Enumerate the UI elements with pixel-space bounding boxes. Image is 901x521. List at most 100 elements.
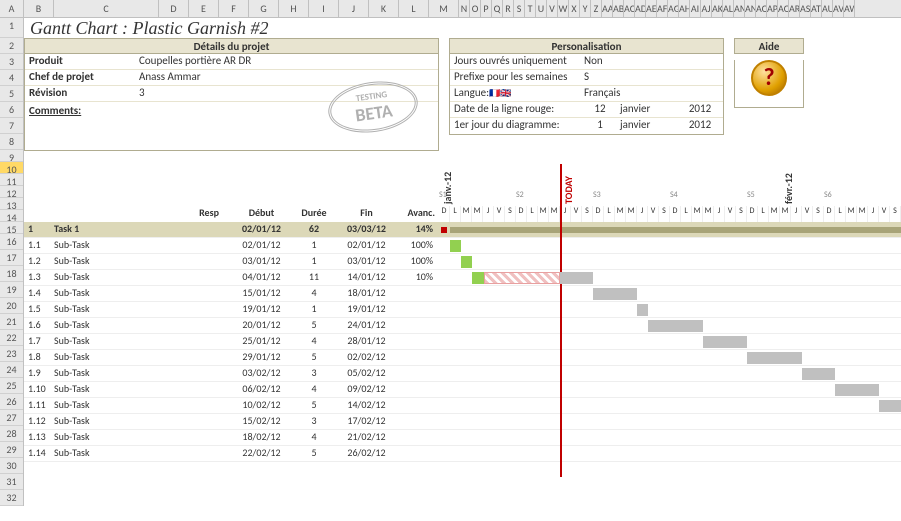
workdays-value[interactable]: Non — [580, 54, 723, 69]
row-header-9[interactable]: 9 — [0, 150, 23, 162]
col-header-AA[interactable]: AA — [602, 0, 613, 17]
task-row[interactable]: 1.7Sub-Task25/01/12428/01/12 — [24, 334, 901, 350]
task-duree[interactable]: 3 — [289, 366, 339, 381]
col-header-C[interactable]: C — [54, 0, 159, 17]
task-debut[interactable]: 15/02/12 — [234, 414, 289, 429]
task-row[interactable]: 1.9Sub-Task03/02/12305/02/12 — [24, 366, 901, 382]
row-header-26[interactable]: 26 — [0, 394, 23, 410]
col-header-G[interactable]: G — [249, 0, 279, 17]
row-header-21[interactable]: 21 — [0, 314, 23, 330]
row-header-27[interactable]: 27 — [0, 410, 23, 426]
col-header-AT[interactable]: AT — [811, 0, 822, 17]
col-header-AM[interactable]: AM — [734, 0, 745, 17]
task-avanc[interactable] — [394, 366, 439, 381]
row-header-16[interactable]: 16 — [0, 234, 23, 250]
task-avanc[interactable]: 14% — [394, 222, 439, 237]
col-header-AI[interactable]: AI — [690, 0, 701, 17]
row-header-4[interactable]: 4 — [0, 70, 23, 86]
row-header-20[interactable]: 20 — [0, 298, 23, 314]
task-row[interactable]: 1.8Sub-Task29/01/12502/02/12 — [24, 350, 901, 366]
col-header-R[interactable]: R — [503, 0, 514, 17]
task-row[interactable]: 1.1Sub-Task02/01/12102/01/12100% — [24, 238, 901, 254]
col-header-AN[interactable]: AN — [745, 0, 756, 17]
task-avanc[interactable] — [394, 414, 439, 429]
col-header-AK[interactable]: AK — [712, 0, 723, 17]
task-row[interactable]: 1.4Sub-Task15/01/12418/01/12 — [24, 286, 901, 302]
row-header-10[interactable]: 10 — [0, 162, 23, 174]
comments-cell[interactable]: Comments: TESTING BETA — [25, 102, 438, 150]
redline-month[interactable]: janvier — [620, 102, 680, 117]
col-header-AC[interactable]: AC — [624, 0, 635, 17]
task-row[interactable]: 1.5Sub-Task19/01/12119/01/12 — [24, 302, 901, 318]
col-header-S[interactable]: S — [514, 0, 525, 17]
task-duree[interactable]: 5 — [289, 350, 339, 365]
task-debut[interactable]: 02/01/12 — [234, 222, 289, 237]
task-avanc[interactable] — [394, 398, 439, 413]
task-duree[interactable]: 1 — [289, 302, 339, 317]
col-header-AS[interactable]: AS — [800, 0, 811, 17]
col-header-AO[interactable]: AO — [756, 0, 767, 17]
col-header-U[interactable]: U — [536, 0, 547, 17]
row-header-13[interactable]: 13 — [0, 198, 23, 210]
row-header-30[interactable]: 30 — [0, 458, 23, 474]
task-duree[interactable]: 4 — [289, 382, 339, 397]
row-header-8[interactable]: 8 — [0, 134, 23, 150]
task-debut[interactable]: 20/01/12 — [234, 318, 289, 333]
row-header-22[interactable]: 22 — [0, 330, 23, 346]
task-duree[interactable]: 4 — [289, 286, 339, 301]
task-row[interactable]: 1.14Sub-Task22/02/12526/02/12 — [24, 446, 901, 462]
task-avanc[interactable]: 100% — [394, 254, 439, 269]
col-header-X[interactable]: X — [569, 0, 580, 17]
row-header-24[interactable]: 24 — [0, 362, 23, 378]
firstday-month[interactable]: janvier — [620, 118, 680, 134]
col-header-AQ[interactable]: AQ — [778, 0, 789, 17]
row-header-14[interactable]: 14 — [0, 210, 23, 222]
task-row[interactable]: 1.10Sub-Task06/02/12409/02/12 — [24, 382, 901, 398]
task-avanc[interactable] — [394, 318, 439, 333]
col-header-E[interactable]: E — [189, 0, 219, 17]
task-debut[interactable]: 10/02/12 — [234, 398, 289, 413]
task-debut[interactable]: 03/02/12 — [234, 366, 289, 381]
col-header-Z[interactable]: Z — [591, 0, 602, 17]
row-header-28[interactable]: 28 — [0, 426, 23, 442]
row-header-19[interactable]: 19 — [0, 282, 23, 298]
col-header-AW[interactable]: AW — [844, 0, 855, 17]
col-header-B[interactable]: B — [24, 0, 54, 17]
task-avanc[interactable]: 10% — [394, 270, 439, 285]
row-header-7[interactable]: 7 — [0, 118, 23, 134]
row-header-3[interactable]: 3 — [0, 54, 23, 70]
task-debut[interactable]: 04/01/12 — [234, 270, 289, 285]
col-header-I[interactable]: I — [309, 0, 339, 17]
task-debut[interactable]: 18/02/12 — [234, 430, 289, 445]
task-duree[interactable]: 5 — [289, 318, 339, 333]
task-duree[interactable]: 5 — [289, 398, 339, 413]
row-header-25[interactable]: 25 — [0, 378, 23, 394]
task-duree[interactable]: 3 — [289, 414, 339, 429]
col-header-AB[interactable]: AB — [613, 0, 624, 17]
col-header-AU[interactable]: AU — [822, 0, 833, 17]
row-header-2[interactable]: 2 — [0, 38, 23, 54]
weekprefix-value[interactable]: S — [580, 70, 723, 85]
col-header-J[interactable]: J — [339, 0, 369, 17]
firstday-day[interactable]: 1 — [580, 118, 620, 134]
row-header-29[interactable]: 29 — [0, 442, 23, 458]
task-debut[interactable]: 02/01/12 — [234, 238, 289, 253]
row-header-31[interactable]: 31 — [0, 474, 23, 490]
col-header-AD[interactable]: AD — [635, 0, 646, 17]
col-header-W[interactable]: W — [558, 0, 569, 17]
task-debut[interactable]: 19/01/12 — [234, 302, 289, 317]
langue-value[interactable]: Français — [580, 86, 723, 101]
col-header-M[interactable]: M — [429, 0, 459, 17]
task-debut[interactable]: 15/01/12 — [234, 286, 289, 301]
task-row[interactable]: 1.3Sub-Task04/01/121114/01/1210% — [24, 270, 901, 286]
row-header-5[interactable]: 5 — [0, 86, 23, 102]
task-duree[interactable]: 1 — [289, 254, 339, 269]
row-header-23[interactable]: 23 — [0, 346, 23, 362]
col-header-O[interactable]: O — [470, 0, 481, 17]
column-headers[interactable]: ABCDEFGHIJKLMNOPQRSTUVWXYZAAABACADAEAFAG… — [0, 0, 901, 18]
task-duree[interactable]: 4 — [289, 430, 339, 445]
row-header-15[interactable]: 15 — [0, 222, 23, 234]
task-row[interactable]: 1.11Sub-Task10/02/12514/02/12 — [24, 398, 901, 414]
row-header-17[interactable]: 17 — [0, 250, 23, 266]
col-header-F[interactable]: F — [219, 0, 249, 17]
